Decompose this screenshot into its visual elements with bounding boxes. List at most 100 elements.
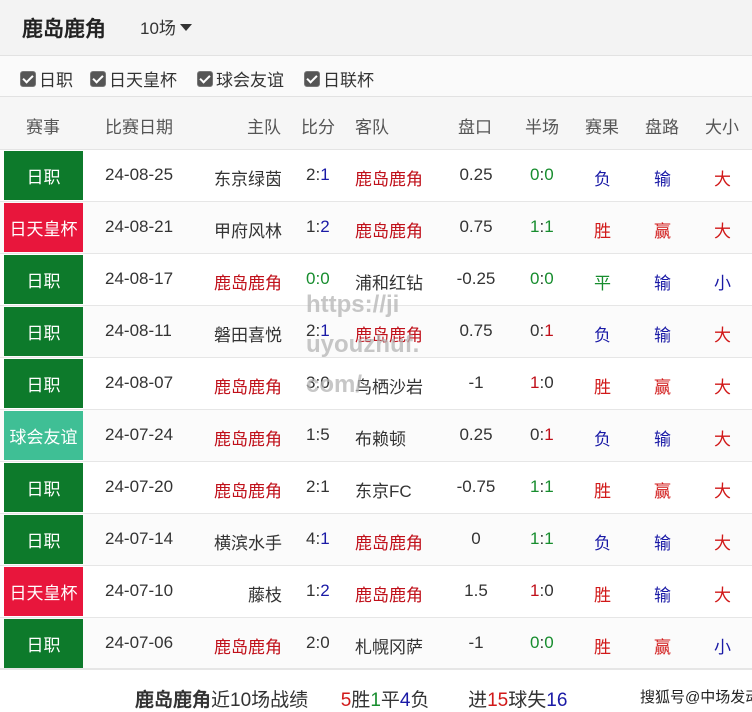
match-date: 24-07-06 — [105, 633, 174, 652]
half-away: 1 — [544, 477, 554, 496]
over-under-result: 大 — [714, 534, 731, 553]
column-header-over-under: 大小 — [705, 118, 739, 137]
match-score: 1:2 — [306, 217, 330, 237]
filter-emperor-cup[interactable]: 日天皇杯 — [90, 66, 177, 91]
match-score: 2:1 — [306, 321, 330, 341]
league-badge: 日职 — [4, 619, 83, 668]
checkbox-checked-icon[interactable] — [20, 70, 36, 87]
match-result: 负 — [594, 430, 611, 449]
checkbox-checked-icon[interactable] — [197, 70, 213, 87]
table-row[interactable]: 日职 24-07-14 横滨水手 4:1 鹿岛鹿角 0 1:1 负 输 大 — [0, 514, 752, 566]
half-time-score: 1:0 — [530, 581, 554, 601]
home-team: 藤枝 — [248, 586, 282, 605]
match-result: 负 — [594, 534, 611, 553]
summary-goals-against: 16 — [546, 690, 568, 711]
score-away: 2 — [320, 217, 330, 236]
half-away: 1 — [544, 425, 554, 444]
league-badge: 日天皇杯 — [4, 203, 83, 252]
handicap-line: -1 — [468, 633, 484, 652]
score-away: 1 — [320, 321, 330, 340]
table-row[interactable]: 日职 24-07-20 鹿岛鹿角 2:1 东京FC -0.75 1:1 胜 赢 大 — [0, 462, 752, 514]
away-team: 东京FC — [355, 482, 412, 501]
half-away: 1 — [544, 529, 554, 548]
summary-goals-for-label: 进 — [468, 690, 488, 711]
match-score: 2:1 — [306, 165, 330, 185]
table-row[interactable]: 日天皇杯 24-08-21 甲府风林 1:2 鹿岛鹿角 0.75 1:1 胜 赢 大 — [0, 202, 752, 254]
half-away: 0 — [544, 581, 554, 600]
handicap-line: -1 — [468, 373, 484, 392]
summary-label: 近10场战绩 — [211, 690, 309, 711]
filter-label: 日联杯 — [323, 71, 374, 90]
league-badge: 日天皇杯 — [4, 567, 83, 616]
handicap-line: -0.25 — [456, 269, 496, 288]
match-date: 24-07-10 — [105, 581, 174, 600]
half-time-score: 0:0 — [530, 269, 554, 289]
column-header-date: 比赛日期 — [105, 118, 173, 137]
half-time-score: 1:1 — [530, 529, 554, 549]
summary-losses: 4 — [399, 690, 411, 711]
half-time-score: 0:0 — [530, 633, 554, 653]
match-date: 24-07-14 — [105, 529, 174, 548]
score-away: 1 — [320, 477, 330, 496]
home-team: 东京绿茵 — [214, 170, 282, 189]
match-count-dropdown[interactable]: 10场 — [140, 14, 192, 39]
home-team: 鹿岛鹿角 — [214, 482, 282, 501]
filter-club-friendly[interactable]: 球会友谊 — [197, 66, 284, 91]
away-team: 浦和红钻 — [355, 274, 423, 293]
away-team: 鹿岛鹿角 — [355, 586, 423, 605]
handicap-result: 赢 — [654, 378, 671, 397]
match-result: 负 — [594, 170, 611, 189]
half-away: 1 — [544, 217, 554, 236]
handicap-line: 0.75 — [459, 217, 493, 236]
table-row[interactable]: 日职 24-08-11 磐田喜悦 2:1 鹿岛鹿角 0.75 0:1 负 输 大 — [0, 306, 752, 358]
table-row[interactable]: 日职 24-08-07 鹿岛鹿角 3:0 鸟栖沙岩 -1 1:0 胜 赢 大 — [0, 358, 752, 410]
league-badge: 日职 — [4, 463, 83, 512]
half-time-score: 0:1 — [530, 321, 554, 341]
score-away: 0 — [320, 269, 330, 288]
match-result: 负 — [594, 326, 611, 345]
filter-label: 球会友谊 — [216, 71, 284, 90]
half-away: 0 — [544, 269, 554, 288]
table-row[interactable]: 日职 24-08-17 鹿岛鹿角 0:0 浦和红钻 -0.25 0:0 平 输 小 — [0, 254, 752, 306]
league-badge: 球会友谊 — [4, 411, 83, 460]
match-date: 24-08-25 — [105, 165, 174, 184]
match-date: 24-07-24 — [105, 425, 174, 444]
half-time-score: 1:1 — [530, 217, 554, 237]
filter-j1-league[interactable]: 日职 — [20, 66, 73, 91]
filter-league-cup[interactable]: 日联杯 — [304, 66, 374, 91]
checkbox-checked-icon[interactable] — [304, 70, 320, 87]
match-date: 24-08-21 — [105, 217, 174, 236]
match-date: 24-08-17 — [105, 269, 174, 288]
score-away: 0 — [320, 373, 330, 392]
summary-goals-against-label: 失 — [527, 690, 547, 711]
table-row[interactable]: 球会友谊 24-07-24 鹿岛鹿角 1:5 布赖顿 0.25 0:1 负 输 大 — [0, 410, 752, 462]
score-away: 1 — [320, 529, 330, 548]
half-time-score: 1:0 — [530, 373, 554, 393]
handicap-result: 赢 — [654, 638, 671, 657]
away-team: 鹿岛鹿角 — [355, 170, 423, 189]
half-time-score: 0:0 — [530, 165, 554, 185]
match-date: 24-07-20 — [105, 477, 174, 496]
checkbox-checked-icon[interactable] — [90, 70, 106, 87]
match-result: 胜 — [594, 638, 611, 657]
handicap-result: 输 — [654, 274, 671, 293]
handicap-line: 0 — [471, 529, 481, 548]
table-row[interactable]: 日天皇杯 24-07-10 藤枝 1:2 鹿岛鹿角 1.5 1:0 胜 输 大 — [0, 566, 752, 618]
league-badge: 日职 — [4, 307, 83, 356]
home-team: 磐田喜悦 — [214, 326, 282, 345]
half-away: 0 — [544, 373, 554, 392]
column-header-handicap-line: 盘口 — [458, 118, 492, 137]
match-result: 平 — [594, 274, 611, 293]
over-under-result: 大 — [714, 378, 731, 397]
half-away: 0 — [544, 633, 554, 652]
column-header-handicap-result: 盘路 — [645, 118, 679, 137]
over-under-result: 大 — [714, 430, 731, 449]
summary-draws: 1 — [370, 690, 381, 711]
over-under-result: 大 — [714, 586, 731, 605]
score-away: 1 — [320, 165, 330, 184]
handicap-result: 输 — [654, 586, 671, 605]
table-row[interactable]: 日职 24-08-25 东京绿茵 2:1 鹿岛鹿角 0.25 0:0 负 输 大 — [0, 150, 752, 202]
half-away: 1 — [544, 321, 554, 340]
score-away: 2 — [320, 581, 330, 600]
table-row[interactable]: 日职 24-07-06 鹿岛鹿角 2:0 札幌冈萨 -1 0:0 胜 赢 小 — [0, 618, 752, 670]
